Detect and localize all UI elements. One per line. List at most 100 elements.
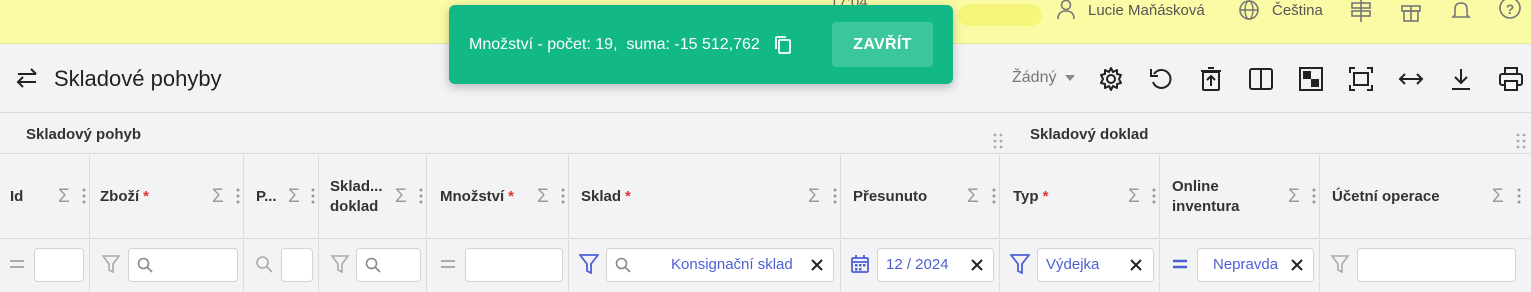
column-menu-icon[interactable] <box>1152 188 1156 204</box>
filter-cell-sklad: Konsignační sklad <box>569 240 841 292</box>
sum-icon[interactable]: Σ <box>58 186 70 208</box>
filter-input-p[interactable] <box>281 248 313 282</box>
equals-icon[interactable] <box>7 254 27 274</box>
column-menu-icon[interactable] <box>82 188 86 204</box>
filter-funnel-icon[interactable] <box>1330 254 1350 274</box>
column-label: Typ * <box>1013 188 1049 205</box>
filter-input-skladovy-doklad[interactable] <box>356 248 421 282</box>
column-label: Množství * <box>440 188 515 205</box>
gift-icon[interactable] <box>1398 0 1424 22</box>
grid-pattern-icon[interactable] <box>1297 65 1325 93</box>
print-icon[interactable] <box>1497 65 1525 93</box>
fit-frame-icon[interactable] <box>1347 65 1375 93</box>
download-icon[interactable] <box>1447 65 1475 93</box>
clear-icon[interactable] <box>809 256 825 274</box>
filter-cell-p <box>244 240 319 292</box>
sum-icon[interactable]: Σ <box>537 186 549 208</box>
filter-input-sklad[interactable]: Konsignační sklad <box>606 248 834 282</box>
group-skladovy-pohyb: Skladový pohyb <box>26 126 142 143</box>
column-menu-icon[interactable] <box>833 188 837 204</box>
column-menu-icon[interactable] <box>236 188 240 204</box>
column-label: Účetní operace <box>1332 188 1440 205</box>
sum-icon[interactable]: Σ <box>808 186 820 208</box>
filter-funnel-icon[interactable] <box>330 254 350 274</box>
column-menu-icon[interactable] <box>992 188 996 204</box>
column-header-p[interactable]: P... Σ <box>244 155 319 239</box>
view-selector-value: Žádný <box>1012 69 1057 86</box>
filter-input-presunuto[interactable]: 12 / 2024 <box>877 248 994 282</box>
column-header-typ[interactable]: Typ * Σ <box>1000 155 1160 239</box>
clear-icon[interactable] <box>1128 256 1144 274</box>
column-menu-icon[interactable] <box>311 188 315 204</box>
drag-handle-icon[interactable] <box>993 132 1003 150</box>
filter-row: Konsignační sklad 12 / 2024 Výdejka Nepr… <box>0 240 1531 292</box>
column-header-zbozi[interactable]: Zboží * Σ <box>90 155 244 239</box>
filter-cell-ucetni-operace <box>1320 240 1531 292</box>
sum-icon[interactable]: Σ <box>1492 186 1504 208</box>
equals-icon[interactable] <box>438 254 458 274</box>
column-header-sklad[interactable]: Sklad * Σ <box>569 155 841 239</box>
column-label: Sklad * <box>581 188 631 205</box>
column-header-ucetni-operace[interactable]: Účetní operace Σ <box>1320 155 1531 239</box>
filter-funnel-active-icon[interactable] <box>1010 254 1030 274</box>
filter-value-online-inventura: Nepravda <box>1213 256 1279 273</box>
clear-icon[interactable] <box>969 256 985 274</box>
user-menu[interactable]: Lucie Maňásková <box>1056 0 1205 20</box>
svg-text:?: ? <box>1506 1 1515 17</box>
filter-input-mnozstvi[interactable] <box>465 248 563 282</box>
filter-input-zbozi[interactable] <box>128 248 238 282</box>
sum-icon[interactable]: Σ <box>288 186 300 208</box>
sum-icon[interactable]: Σ <box>395 186 407 208</box>
delete-upload-icon[interactable] <box>1197 65 1225 93</box>
view-selector[interactable]: Žádný <box>1012 69 1076 87</box>
filter-input-online-inventura[interactable]: Nepravda <box>1197 248 1314 282</box>
column-menu-icon[interactable] <box>561 188 565 204</box>
signpost-icon[interactable] <box>1348 0 1374 22</box>
toast-close-button[interactable]: ZAVŘÍT <box>832 22 933 67</box>
sum-icon[interactable]: Σ <box>212 186 224 208</box>
search-icon <box>365 257 381 273</box>
filter-input-ucetni-operace[interactable] <box>1357 248 1516 282</box>
clear-icon[interactable] <box>1289 256 1305 274</box>
globe-icon <box>1239 0 1259 20</box>
sum-icon[interactable]: Σ <box>967 186 979 208</box>
page-title: Skladové pohyby <box>54 66 222 91</box>
column-header-id[interactable]: Id Σ <box>0 155 90 239</box>
caret-down-icon <box>1065 75 1076 81</box>
column-headers-row: Id Σ Zboží * Σ P... Σ Sklad... doklad Σ Mn… <box>0 155 1531 239</box>
search-icon[interactable] <box>254 254 274 274</box>
copy-icon[interactable] <box>774 35 794 55</box>
sum-icon[interactable]: Σ <box>1128 186 1140 208</box>
sum-icon[interactable]: Σ <box>1288 186 1300 208</box>
filter-input-typ[interactable]: Výdejka <box>1037 248 1154 282</box>
filter-input-id[interactable] <box>34 248 84 282</box>
column-header-skladovy-doklad[interactable]: Sklad... doklad Σ <box>319 155 427 239</box>
filter-value-sklad: Konsignační sklad <box>671 256 793 273</box>
swap-arrows-icon[interactable] <box>14 65 40 91</box>
equals-active-icon[interactable] <box>1170 254 1190 274</box>
language-menu[interactable]: Čeština <box>1238 0 1323 20</box>
filter-cell-online-inventura: Nepravda <box>1160 240 1320 292</box>
column-menu-icon[interactable] <box>419 188 423 204</box>
undo-icon[interactable] <box>1147 65 1175 93</box>
column-header-mnozstvi[interactable]: Množství * Σ <box>427 155 569 239</box>
column-menu-icon[interactable] <box>1312 188 1316 204</box>
search-icon <box>137 257 153 273</box>
group-skladovy-doklad: Skladový doklad <box>1030 126 1149 143</box>
split-columns-icon[interactable] <box>1247 65 1275 93</box>
column-label: Id <box>10 188 24 205</box>
drag-handle-icon[interactable] <box>1516 132 1526 150</box>
language-label: Čeština <box>1272 1 1323 19</box>
filter-cell-typ: Výdejka <box>1000 240 1160 292</box>
filter-funnel-active-icon[interactable] <box>579 254 599 274</box>
expand-width-icon[interactable] <box>1397 65 1425 93</box>
column-header-presunuto[interactable]: Přesunuto Σ <box>841 155 1000 239</box>
help-icon[interactable]: ? <box>1497 0 1523 22</box>
bell-icon[interactable] <box>1448 0 1474 22</box>
column-menu-icon[interactable] <box>1517 188 1521 204</box>
settings-gear-icon[interactable] <box>1097 65 1125 93</box>
filter-funnel-icon[interactable] <box>101 254 121 274</box>
calendar-icon[interactable] <box>850 254 870 274</box>
filter-cell-id <box>0 240 90 292</box>
column-header-online-inventura[interactable]: Online inventura Σ <box>1160 155 1320 239</box>
